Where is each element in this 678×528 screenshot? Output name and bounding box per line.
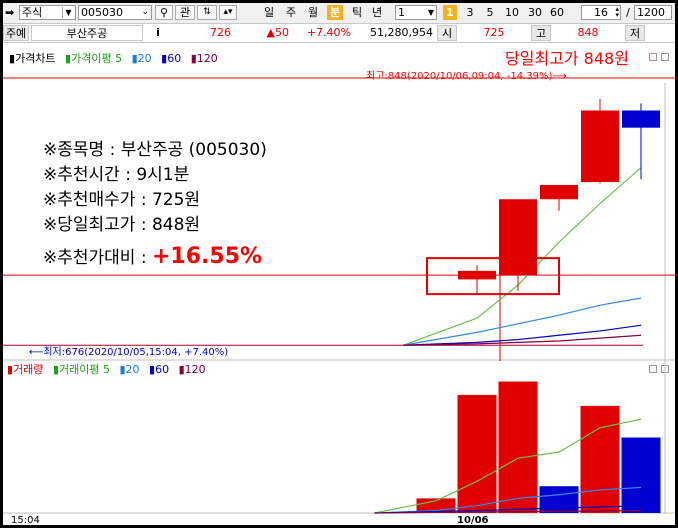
chart-window: ➡ 주식 ▼ 005030 ⌄ ⚲ 관 ⇅ ▴▾ 일 주 월 분 틱 년 1 ▼… bbox=[3, 3, 675, 525]
interval-1-button[interactable]: 1 bbox=[443, 5, 457, 20]
info-line-compare: ※추천가대비 : +16.55% bbox=[43, 244, 267, 271]
rank-icon: ⇅ bbox=[203, 7, 211, 17]
toolbar: ➡ 주식 ▼ 005030 ⌄ ⚲ 관 ⇅ ▴▾ 일 주 월 분 틱 년 1 ▼… bbox=[3, 3, 675, 24]
code-input[interactable]: 005030 ⌄ bbox=[78, 5, 152, 20]
arrow-left-icon[interactable]: ➡ bbox=[5, 6, 14, 19]
interval-5-button[interactable]: 5 bbox=[483, 5, 497, 20]
chevron-down-icon: ▼ bbox=[427, 8, 434, 17]
price-panel: ▮가격차트 ▮가격이평 5 ▮20 ▮60 ▮120 당일최고가 848원 최고… bbox=[3, 43, 675, 361]
price-change: ▲50 bbox=[266, 26, 289, 39]
interval-3-button[interactable]: 3 bbox=[463, 5, 477, 20]
current-price: 726 bbox=[210, 26, 231, 39]
volume-bar bbox=[621, 437, 661, 513]
date-axis-label: 10/06 bbox=[457, 515, 489, 525]
min-price-label: ⟵최저:676(2020/10/05,15:04, +7.40%) bbox=[29, 347, 229, 358]
high-value: 848 bbox=[577, 26, 599, 39]
interval-select[interactable]: 1 ▼ bbox=[395, 5, 437, 20]
tab-day[interactable]: 일 bbox=[261, 5, 277, 20]
quote-tag: 주예 bbox=[3, 25, 29, 41]
compare-label: ※추천가대비 : bbox=[43, 248, 147, 268]
stock-name: 부산주공 bbox=[31, 25, 143, 41]
info-line-time: ※추천시간 : 9시1분 bbox=[43, 165, 190, 185]
interval-30-button[interactable]: 30 bbox=[526, 5, 544, 20]
volume-bar bbox=[580, 405, 620, 513]
volume-bar bbox=[498, 381, 538, 513]
info-button[interactable]: i bbox=[151, 25, 165, 41]
watchlist-button[interactable]: 관 bbox=[175, 5, 195, 20]
compare-value: +16.55% bbox=[151, 244, 263, 269]
time-axis-left: 15:04 bbox=[11, 515, 40, 525]
volume-plot bbox=[374, 381, 661, 514]
spinner-icon: ▴ ▾ bbox=[615, 5, 619, 19]
volume-chart bbox=[3, 361, 675, 514]
market-select[interactable]: 주식 ▼ bbox=[19, 5, 76, 20]
tab-year[interactable]: 년 bbox=[369, 5, 385, 20]
code-value: 005030 bbox=[81, 6, 123, 19]
tab-month[interactable]: 월 bbox=[305, 5, 321, 20]
candle-body bbox=[458, 270, 496, 280]
total-input[interactable]: 1200 bbox=[634, 5, 672, 20]
tab-tick[interactable]: 틱 bbox=[349, 5, 365, 20]
change-percent: +7.40% bbox=[306, 26, 351, 39]
volume-panel: ▮거래량 ▮거래이평 5 ▮20 ▮60 ▮120 15:04 10/06 bbox=[3, 361, 675, 525]
count-value: 16 bbox=[594, 6, 608, 19]
interval-60-button[interactable]: 60 bbox=[548, 5, 566, 20]
info-line-high-price: ※당일최고가 : 848원 bbox=[43, 215, 201, 235]
high-label: 고 bbox=[531, 25, 551, 41]
candle-body bbox=[581, 110, 619, 183]
chevron-down-icon: ⌄ bbox=[141, 7, 149, 17]
interval-10-button[interactable]: 10 bbox=[503, 5, 521, 20]
rank-button[interactable]: ⇅ bbox=[197, 5, 217, 20]
candle-body bbox=[499, 199, 537, 276]
search-button[interactable]: ⚲ bbox=[155, 5, 173, 20]
low-label: 저 bbox=[625, 25, 645, 41]
count-separator: / bbox=[626, 6, 630, 19]
open-label: 시 bbox=[437, 25, 457, 41]
info-line-name: ※종목명 : 부산주공 (005030) bbox=[43, 140, 267, 160]
info-line-buy-price: ※추천매수가 : 725원 bbox=[43, 190, 201, 210]
candle-body bbox=[622, 110, 660, 128]
candle-body bbox=[540, 184, 578, 200]
recommendation-info: ※종목명 : 부산주공 (005030) ※추천시간 : 9시1분 ※추천매수가… bbox=[43, 138, 267, 271]
tab-week[interactable]: 주 bbox=[283, 5, 299, 20]
stepper-button[interactable]: ▴▾ bbox=[219, 5, 237, 20]
volume-bar bbox=[457, 394, 497, 513]
open-value: 725 bbox=[483, 26, 505, 39]
up-down-icon: ▴▾ bbox=[223, 7, 233, 17]
volume-value: 51,280,954 bbox=[370, 26, 433, 39]
search-icon: ⚲ bbox=[159, 6, 169, 19]
chevron-down-icon: ▼ bbox=[62, 7, 74, 18]
quote-bar: 주예 부산주공 i 726 ▲50 +7.40% 51,280,954 시 72… bbox=[3, 24, 675, 43]
market-select-value: 주식 bbox=[22, 6, 43, 19]
tab-minute[interactable]: 분 bbox=[327, 5, 343, 20]
interval-value: 1 bbox=[398, 6, 405, 19]
count-input[interactable]: 16 ▴ ▾ bbox=[581, 5, 621, 20]
